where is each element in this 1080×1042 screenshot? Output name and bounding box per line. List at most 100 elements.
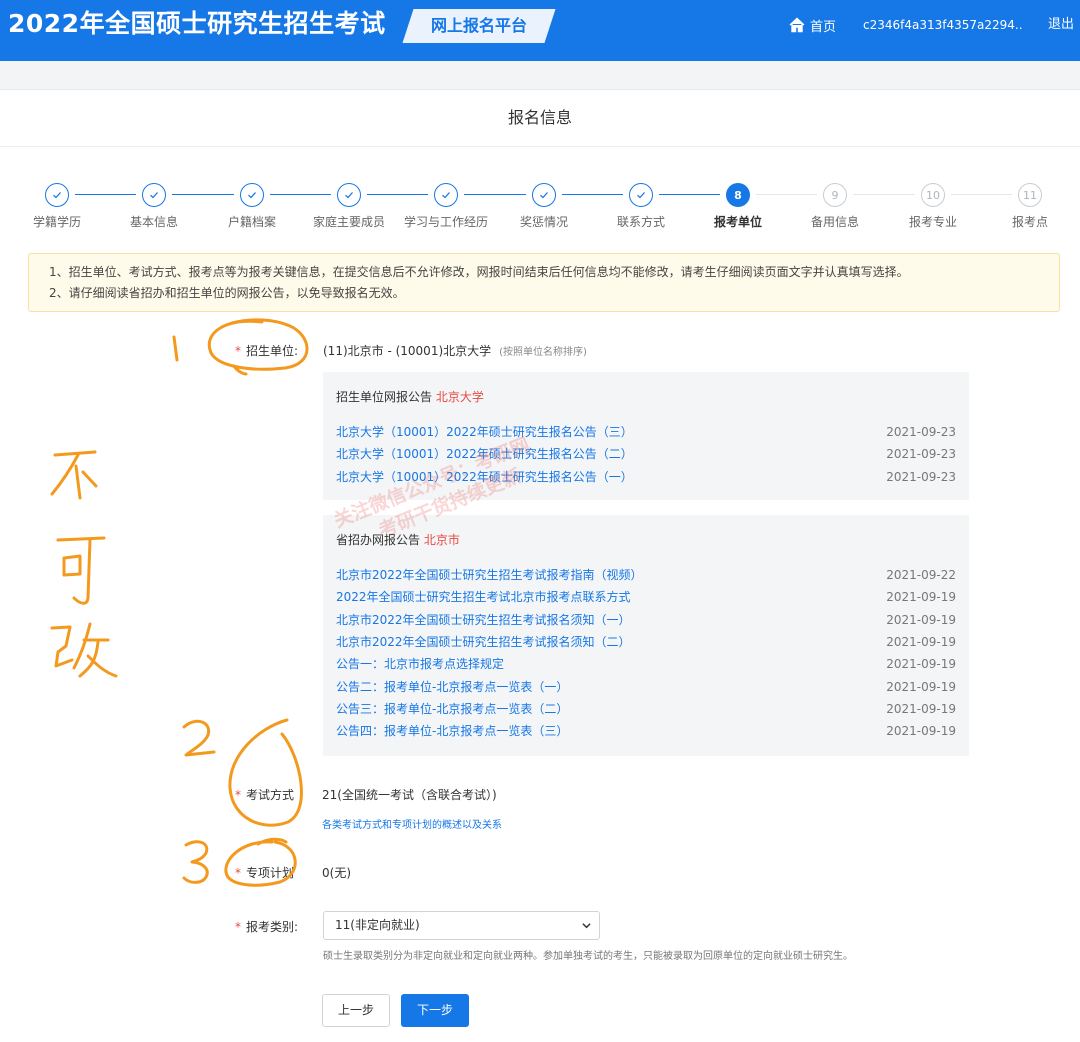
step-circle-9: 9 (823, 183, 847, 207)
announcement-date: 2021-09-19 (886, 612, 956, 627)
home-link[interactable]: 首页 (788, 15, 836, 35)
annotation-number-3 (182, 840, 209, 884)
step-circle-10: 10 (921, 183, 945, 207)
step-number: 11 (1023, 188, 1037, 202)
announcement-title[interactable]: 公告一：北京市报考点选择规定 (336, 654, 504, 674)
annotation-char-2 (56, 536, 106, 605)
exam-label: 考试方式 (246, 788, 295, 802)
announcement-title[interactable]: 公告三：报考单位-北京报考点一览表（二） (336, 699, 568, 719)
announcement-row[interactable]: 公告一：北京市报考点选择规定 2021-09-19 (336, 654, 956, 674)
chevron-down-icon (582, 923, 591, 929)
announcement-row[interactable]: 北京市2022年全国硕士研究生招生考试报名须知（二） 2021-09-19 (336, 632, 956, 652)
unit-label: 招生单位: (246, 344, 299, 358)
header-title: 2022年全国硕士研究生招生考试 (8, 9, 386, 38)
check-icon (248, 192, 256, 199)
unit-panel-head: 招生单位网报公告 北京大学 (336, 388, 484, 406)
announcement-date: 2021-09-19 (886, 724, 956, 739)
progress-steps: 学籍学历 基本信息 户籍档案 家庭主要成员 学习与工作经历 奖惩情况 联系方式 8 报考单位 9 备… (0, 180, 1080, 230)
step-number: 10 (926, 188, 940, 202)
province-announcement-panel: 省招办网报公告 北京市 北京市2022年全国硕士研究生招生考试报考指南（视频） 2… (323, 515, 969, 756)
step-number: 9 (831, 188, 839, 202)
province-panel-region: 北京市 (423, 533, 460, 547)
unit-value: (11)北京市 - (10001)北京大学 (323, 344, 492, 358)
platform-badge: 网上报名平台 (402, 9, 556, 43)
category-label-row: * 报考类别: (235, 918, 298, 936)
annotation-number-1 (172, 335, 179, 362)
check-icon (442, 192, 450, 199)
notice-line-1: 1、招生单位、考试方式、报考点等为报考关键信息，在提交信息后不允许修改，网报时间… (49, 265, 909, 279)
notice-box: 1、招生单位、考试方式、报考点等为报考关键信息，在提交信息后不允许修改，网报时间… (28, 253, 1060, 312)
announcement-title[interactable]: 2022年全国硕士研究生招生考试北京市报考点联系方式 (336, 587, 631, 607)
step-label-1: 学籍学历 (32, 215, 81, 229)
category-selected-value: 11(非定向就业) (335, 918, 420, 932)
announcement-date: 2021-09-19 (886, 679, 956, 694)
exam-label-row: * 考试方式 (235, 786, 294, 804)
plan-value: 0(无) (322, 866, 351, 880)
announcement-row[interactable]: 公告四：报考单位-北京报考点一览表（三） 2021-09-19 (336, 721, 956, 741)
required-mark: * (235, 866, 241, 880)
user-id[interactable]: c2346f4a313f4357a2294... (863, 15, 1023, 35)
announcement-date: 2021-09-23 (886, 425, 956, 439)
step-label-3: 户籍档案 (227, 215, 276, 229)
plan-label-row: * 专项计划 (235, 864, 294, 882)
category-select[interactable]: 11(非定向就业) (323, 911, 600, 940)
announcement-row[interactable]: 公告二：报考单位-北京报考点一览表（一） 2021-09-19 (336, 677, 956, 697)
announcement-row[interactable]: 北京大学（10001）2022年硕士研究生报名公告（二） 2021-09-23 (336, 444, 956, 464)
announcement-row[interactable]: 北京市2022年全国硕士研究生招生考试报考指南（视频） 2021-09-22 (336, 565, 956, 585)
notice-line-2: 2、请仔细阅读省招办和招生单位的网报公告，以免导致报名无效。 (49, 286, 405, 300)
logout-link[interactable]: 退出 (1048, 15, 1074, 35)
announcement-title[interactable]: 北京市2022年全国硕士研究生招生考试报名须知（二） (336, 632, 631, 652)
exam-mode-link[interactable]: 各类考试方式和专项计划的概述以及关系 (322, 818, 502, 834)
step-label-10: 报考专业 (908, 215, 957, 229)
unit-value-row: (11)北京市 - (10001)北京大学 (按照单位名称排序) (323, 342, 587, 362)
annotation-number-2 (182, 719, 216, 757)
step-connector (562, 194, 623, 195)
announcement-title[interactable]: 公告四：报考单位-北京报考点一览表（三） (336, 721, 568, 741)
plan-label: 专项计划 (246, 866, 295, 880)
unit-hint: (按照单位名称排序) (499, 347, 587, 358)
step-connector (853, 194, 915, 195)
annotation-char-3 (50, 622, 118, 678)
step-circle-5 (434, 183, 458, 207)
category-hint: 硕士生录取类别分为非定向就业和定向就业两种。参加单独考试的考生，只能被录取为回原… (323, 951, 853, 962)
exam-value: 21(全国统一考试（含联合考试）) (322, 788, 497, 802)
step-circle-11: 11 (1018, 183, 1042, 207)
step-number: 8 (734, 188, 742, 202)
step-connector (172, 194, 234, 195)
step-label-2: 基本信息 (129, 215, 178, 229)
step-label-8: 报考单位 (713, 215, 762, 229)
check-icon (150, 192, 158, 199)
announcement-row[interactable]: 公告三：报考单位-北京报考点一览表（二） 2021-09-19 (336, 699, 956, 719)
prev-step-button[interactable]: 上一步 (322, 994, 390, 1027)
step-connector (951, 194, 1012, 195)
announcement-title[interactable]: 北京市2022年全国硕士研究生招生考试报名须知（一） (336, 610, 631, 630)
top-header: 2022年全国硕士研究生招生考试 网上报名平台 首页 c2346f4a313f4… (0, 0, 1080, 61)
unit-panel-unit: 北京大学 (435, 390, 484, 404)
page-title: 报名信息 (507, 108, 572, 127)
check-icon (53, 192, 61, 199)
announcement-title[interactable]: 公告二：报考单位-北京报考点一览表（一） (336, 677, 568, 697)
unit-panel-title: 招生单位网报公告 (336, 390, 433, 404)
check-icon (637, 192, 645, 199)
announcement-date: 2021-09-22 (886, 568, 956, 582)
annotation-char-1 (50, 450, 98, 500)
category-label: 报考类别: (246, 920, 299, 934)
step-label-6: 奖惩情况 (519, 215, 568, 229)
step-circle-2 (142, 183, 166, 207)
check-icon (540, 192, 548, 199)
announcement-date: 2021-09-23 (886, 469, 956, 484)
announcement-date: 2021-09-19 (886, 634, 956, 649)
announcement-row[interactable]: 2022年全国硕士研究生招生考试北京市报考点联系方式 2021-09-19 (336, 587, 956, 607)
unit-label-row: * 招生单位: (235, 342, 298, 360)
subheader-band (0, 61, 1080, 90)
step-circle-4 (337, 183, 361, 207)
announcement-row[interactable]: 北京市2022年全国硕士研究生招生考试报名须知（一） 2021-09-19 (336, 610, 956, 630)
home-label: 首页 (810, 19, 837, 35)
step-connector (756, 194, 817, 195)
next-step-button[interactable]: 下一步 (401, 994, 469, 1027)
annotation-circle-2 (228, 718, 303, 827)
step-label-9: 备用信息 (810, 215, 859, 229)
step-connector (464, 194, 526, 195)
announcement-title[interactable]: 北京市2022年全国硕士研究生招生考试报考指南（视频） (336, 565, 643, 585)
required-mark: * (235, 344, 241, 358)
